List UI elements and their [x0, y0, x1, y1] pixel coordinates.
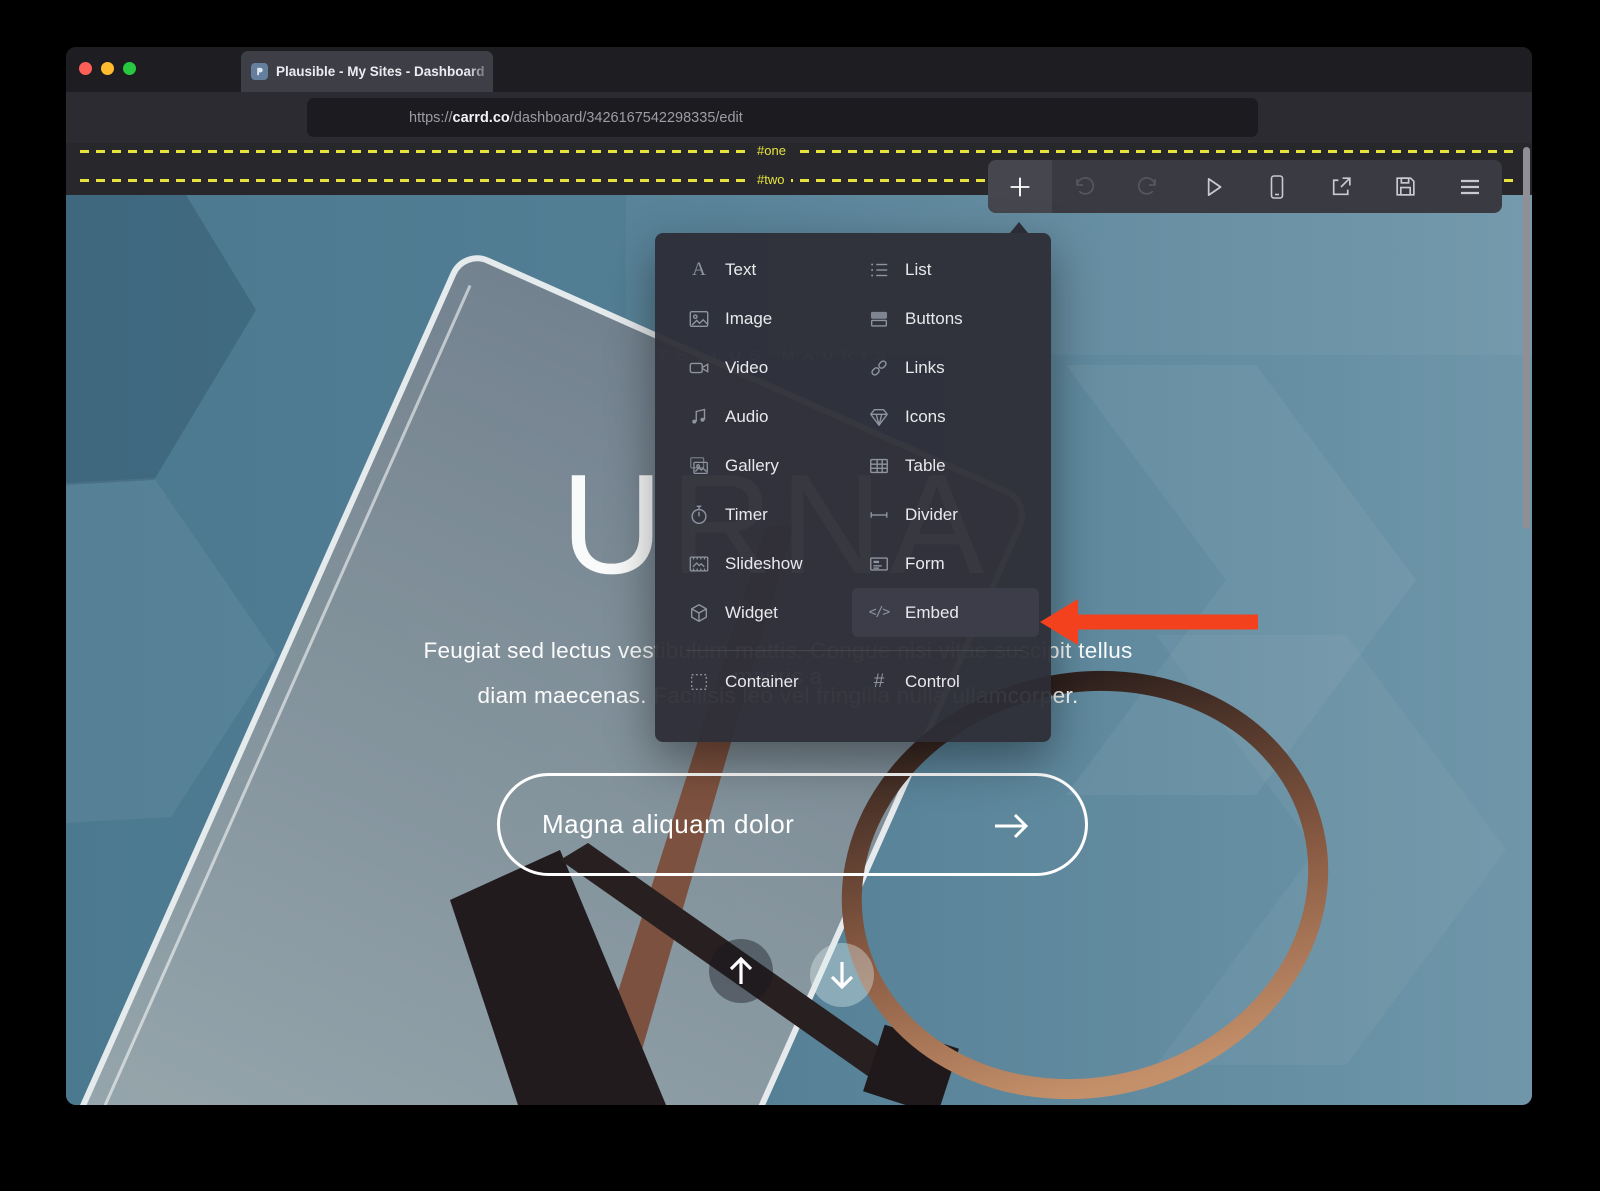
menu-item-divider[interactable]: Divider	[866, 490, 1051, 539]
menu-item-control[interactable]: # Control	[866, 657, 1051, 706]
address-bar-row: https://carrd.co/dashboard/3426167542298…	[66, 92, 1532, 143]
hamburger-icon	[1457, 176, 1483, 198]
text-icon: A	[686, 260, 712, 279]
plus-icon	[1006, 173, 1034, 201]
divider-icon	[866, 504, 892, 526]
list-icon	[866, 259, 892, 281]
gem-icon	[866, 406, 892, 428]
url-domain: carrd.co	[453, 110, 510, 126]
annotation-arrow-left	[1040, 597, 1258, 647]
embed-icon: </>	[866, 605, 892, 620]
hero-cta-button[interactable]: Magna aliquam dolor	[497, 773, 1088, 876]
url-scheme: https://	[409, 110, 453, 126]
gallery-icon	[686, 455, 712, 477]
slideshow-icon	[686, 553, 712, 575]
menu-item-links[interactable]: Links	[866, 343, 1051, 392]
scroll-down-button[interactable]	[810, 943, 874, 1007]
open-site-button[interactable]	[1309, 160, 1373, 213]
form-icon	[866, 553, 892, 575]
menu-item-embed[interactable]: </> Embed	[852, 588, 1039, 637]
menu-item-table[interactable]: Table	[866, 441, 1051, 490]
arrow-right-icon	[989, 806, 1033, 846]
tab-title: Plausible - My Sites - Dashboard	[276, 64, 485, 79]
menu-item-form[interactable]: Form	[866, 539, 1051, 588]
toolbar-actions	[1052, 160, 1502, 213]
menu-item-timer[interactable]: Timer	[686, 490, 866, 539]
hero-cta-label: Magna aliquam dolor	[542, 809, 794, 840]
section-guide-one-label: #one	[750, 143, 793, 159]
mobile-preview-button[interactable]	[1245, 160, 1309, 213]
image-icon	[686, 308, 712, 330]
section-guide-one-line	[80, 150, 1518, 153]
tab-bar: Plausible - My Sites - Dashboard	[66, 47, 1532, 92]
browser-window: Plausible - My Sites - Dashboard https:/…	[66, 47, 1532, 1105]
menu-item-text[interactable]: A Text	[686, 245, 866, 294]
editor-toolbar	[988, 160, 1502, 213]
undo-button[interactable]	[1052, 160, 1116, 213]
audio-icon	[686, 406, 712, 428]
table-icon	[866, 455, 892, 477]
editor-viewport: #one #two	[66, 143, 1532, 1105]
close-window-button[interactable]	[79, 62, 92, 75]
container-icon	[686, 671, 712, 693]
menu-item-gallery[interactable]: Gallery	[686, 441, 866, 490]
widget-icon	[686, 602, 712, 624]
redo-icon	[1136, 175, 1160, 199]
browser-tab[interactable]: Plausible - My Sites - Dashboard	[241, 51, 493, 92]
arrow-up-icon	[726, 955, 756, 987]
menu-item-video[interactable]: Video	[686, 343, 866, 392]
video-icon	[686, 357, 712, 379]
preview-button[interactable]	[1181, 160, 1245, 213]
save-icon	[1393, 174, 1418, 199]
play-icon	[1200, 174, 1226, 200]
menu-item-slideshow[interactable]: Slideshow	[686, 539, 866, 588]
phone-icon	[1265, 174, 1289, 200]
menu-item-list[interactable]: List	[866, 245, 1051, 294]
screenshot-stage: Plausible - My Sites - Dashboard https:/…	[0, 0, 1600, 1191]
address-field[interactable]: https://carrd.co/dashboard/3426167542298…	[307, 98, 1258, 137]
scrollbar-thumb[interactable]	[1523, 147, 1530, 529]
control-icon: #	[866, 671, 892, 693]
menu-divider	[686, 650, 1023, 651]
arrow-down-icon	[827, 959, 857, 991]
scroll-up-button[interactable]	[709, 939, 773, 1003]
popup-caret	[1010, 222, 1028, 233]
timer-icon	[686, 504, 712, 526]
menu-item-image[interactable]: Image	[686, 294, 866, 343]
url-path: /dashboard/3426167542298335/edit	[510, 110, 743, 126]
menu-item-widget[interactable]: Widget	[686, 588, 866, 637]
minimize-window-button[interactable]	[101, 62, 114, 75]
menu-item-icons[interactable]: Icons	[866, 392, 1051, 441]
menu-item-audio[interactable]: Audio	[686, 392, 866, 441]
section-guide-two-label: #two	[750, 172, 791, 188]
menu-item-buttons[interactable]: Buttons	[866, 294, 1051, 343]
editor-menu-button[interactable]	[1438, 160, 1502, 213]
add-element-button[interactable]	[988, 160, 1052, 213]
undo-icon	[1072, 175, 1096, 199]
links-icon	[866, 357, 892, 379]
menu-item-container[interactable]: Container	[686, 657, 866, 706]
add-element-menu: A Text List Image	[655, 233, 1051, 742]
plausible-favicon-icon	[251, 63, 268, 80]
buttons-icon	[866, 308, 892, 330]
traffic-lights	[79, 62, 136, 75]
save-button[interactable]	[1373, 160, 1437, 213]
external-link-icon	[1329, 174, 1354, 199]
redo-button[interactable]	[1116, 160, 1180, 213]
zoom-window-button[interactable]	[123, 62, 136, 75]
